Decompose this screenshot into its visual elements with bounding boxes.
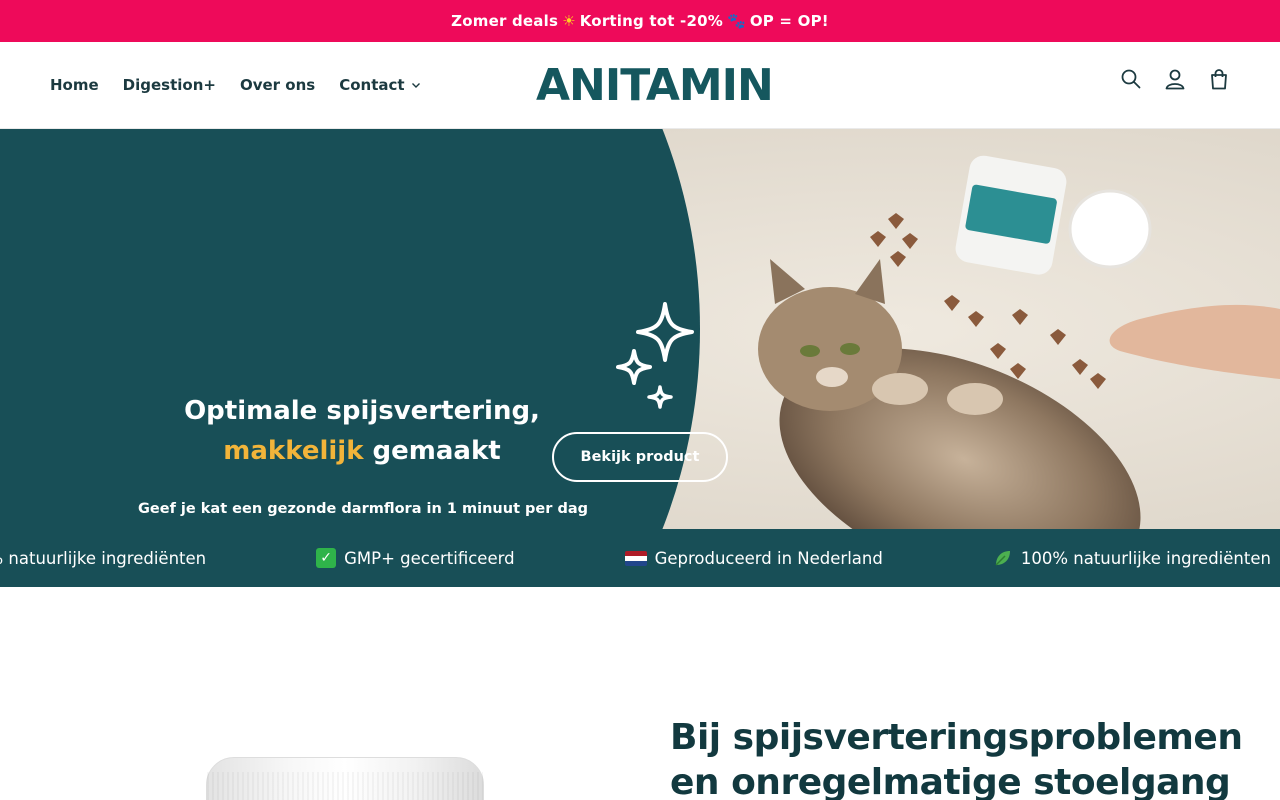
trust-item-label: 100% natuurlijke ingrediënten <box>1020 548 1271 568</box>
trust-item: 100% natuurlijke ingrediënten <box>993 548 1271 568</box>
view-product-button[interactable]: Bekijk product <box>552 432 728 482</box>
trust-item-label: 100% natuurlijke ingrediënten <box>0 548 207 568</box>
main-nav: Home Digestion+ Over ons Contact <box>50 76 421 94</box>
account-icon[interactable] <box>1164 68 1186 90</box>
hero-title: Optimale spijsvertering, makkelijk gemaa… <box>162 391 562 471</box>
trust-item-label: Geproduceerd in Nederland <box>654 548 883 568</box>
section-title: Bij spijsverteringsproblemen en onregelm… <box>670 717 1243 800</box>
product-intro-section: Bij spijsverteringsproblemen en onregelm… <box>0 587 1280 800</box>
nav-item-label: Digestion+ <box>122 76 216 94</box>
nav-item-label: Contact <box>339 76 405 94</box>
trust-item: 100% natuurlijke ingrediënten <box>0 548 206 568</box>
nav-item-label: Over ons <box>239 76 316 94</box>
hero-banner: Optimale spijsvertering, makkelijk gemaa… <box>0 129 1280 529</box>
sun-icon: ☀ <box>562 12 576 30</box>
nav-item-home[interactable]: Home <box>50 76 99 94</box>
brand-logo[interactable]: ANITAMIN <box>536 58 774 114</box>
trust-band: 100% natuurlijke ingrediënten ✓ GMP+ gec… <box>0 529 1280 587</box>
leaf-icon <box>995 551 1010 566</box>
dutch-flag-icon <box>624 550 647 566</box>
check-icon: ✓ <box>316 548 337 568</box>
header-actions <box>1120 68 1230 90</box>
trust-item-label: GMP+ gecertificeerd <box>344 548 515 568</box>
search-icon[interactable] <box>1120 68 1142 90</box>
nav-item-label: Home <box>50 76 99 94</box>
hero-title-line2: gemaakt <box>372 436 501 466</box>
trust-band-track: 100% natuurlijke ingrediënten ✓ GMP+ gec… <box>0 529 1271 587</box>
hero-title-line1: Optimale spijsvertering, <box>184 396 540 426</box>
announcement-text-op: OP = OP! <box>749 12 829 30</box>
cart-icon[interactable] <box>1208 68 1230 90</box>
nav-item-over-ons[interactable]: Over ons <box>240 76 315 94</box>
sparkle-icon <box>616 302 694 409</box>
hero-subtitle: Geef je kat een gezonde darmflora in 1 m… <box>138 501 589 517</box>
nav-item-contact[interactable]: Contact <box>339 76 420 94</box>
announcement-text-discount: Korting tot -20% <box>579 12 723 30</box>
brand-logo-text: ANITAMIN <box>536 60 774 111</box>
paw-icon: 🐾 <box>726 12 746 30</box>
trust-item: Geproduceerd in Nederland <box>624 548 883 568</box>
announcement-bar: Zomer deals ☀ Korting tot -20% 🐾 OP = OP… <box>0 0 1280 42</box>
chevron-down-icon <box>411 83 420 88</box>
nav-item-digestion[interactable]: Digestion+ <box>123 76 216 94</box>
hero-title-highlight: makkelijk <box>223 436 364 466</box>
trust-item: ✓ GMP+ gecertificeerd <box>316 548 515 568</box>
announcement-text-deals: Zomer deals <box>451 12 559 30</box>
site-header: Home Digestion+ Over ons Contact ANITAMI… <box>0 42 1280 129</box>
product-jar-image <box>206 757 484 800</box>
